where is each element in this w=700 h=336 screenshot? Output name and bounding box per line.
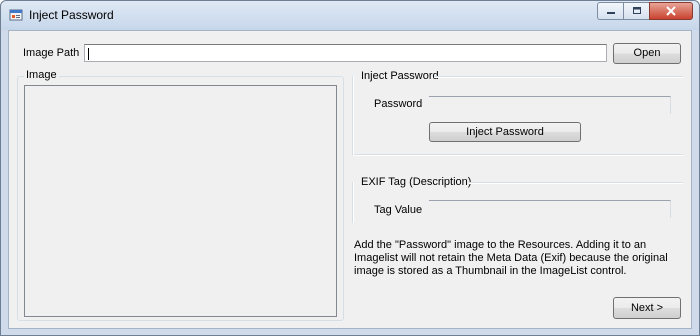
- image-path-input[interactable]: [84, 44, 607, 62]
- text-caret: [88, 48, 89, 60]
- password-input[interactable]: [429, 96, 671, 114]
- minimize-icon: [606, 12, 615, 14]
- minimize-button[interactable]: [597, 2, 623, 20]
- maximize-icon: [632, 7, 641, 14]
- next-button[interactable]: Next >: [613, 297, 681, 319]
- title-bar[interactable]: Inject Password: [1, 1, 699, 30]
- inject-password-group-title: Inject Password: [361, 70, 439, 82]
- password-label: Password: [374, 98, 423, 110]
- close-button[interactable]: [649, 2, 693, 20]
- inject-group-top-line: [434, 76, 683, 78]
- image-picture-box: [24, 85, 337, 317]
- inject-group-bottom-line: [354, 154, 683, 156]
- image-group-title: Image: [24, 69, 59, 81]
- dialog-client-area: Image Path Open Image Inject Password Pa…: [8, 30, 692, 329]
- image-groupbox: Image: [17, 69, 344, 321]
- app-window-icon: [9, 8, 23, 22]
- main-window: Inject Password Image Path Open Image In…: [0, 0, 700, 336]
- open-button[interactable]: Open: [613, 43, 681, 64]
- exif-group-top-line: [469, 182, 683, 184]
- inject-group-left-line: [352, 76, 354, 155]
- exif-group-title: EXIF Tag (Description): [361, 176, 472, 188]
- caption-buttons: [597, 2, 693, 20]
- close-icon: [666, 6, 676, 16]
- resources-note: Add the "Password" image to the Resource…: [354, 239, 668, 277]
- image-path-label: Image Path: [23, 47, 80, 59]
- tag-value-input[interactable]: [429, 200, 671, 218]
- inject-password-button[interactable]: Inject Password: [429, 122, 581, 142]
- exif-group-left-line: [352, 182, 354, 223]
- window-title: Inject Password: [29, 8, 114, 22]
- maximize-button[interactable]: [623, 2, 649, 20]
- tag-value-label: Tag Value: [374, 204, 423, 216]
